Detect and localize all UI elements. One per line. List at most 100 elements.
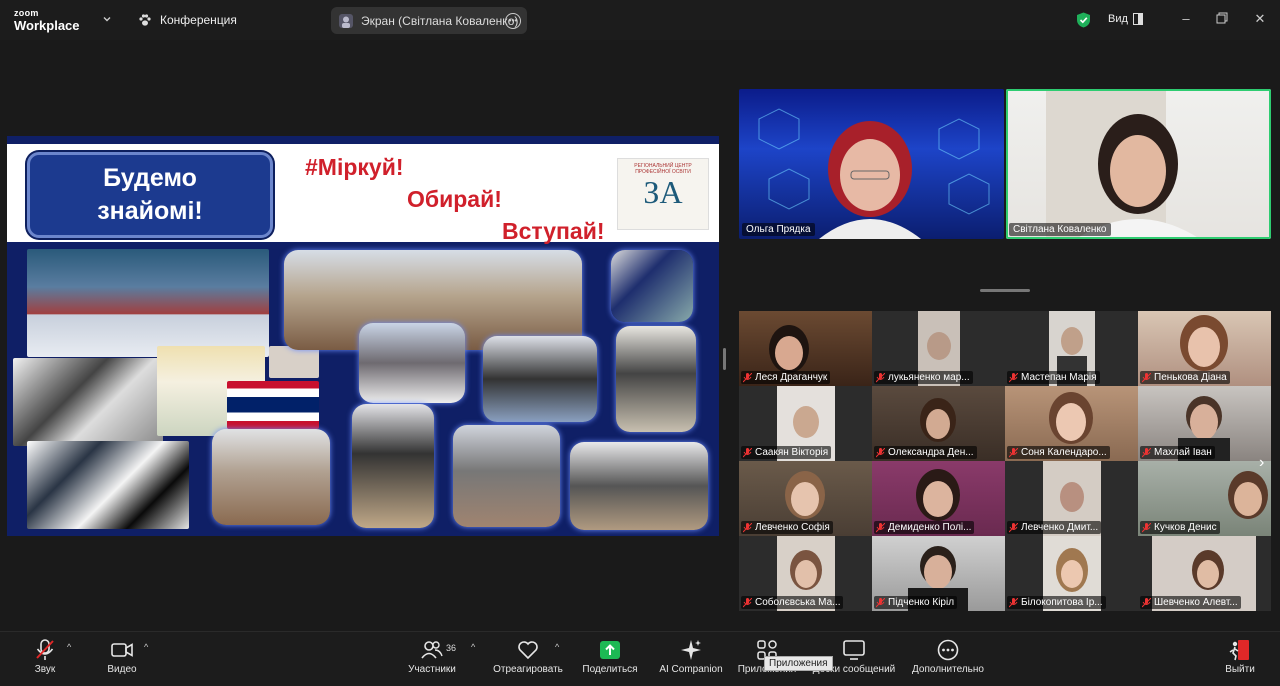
speaker-avatar xyxy=(758,108,990,239)
participant-tile[interactable]: Демиденко Полі... xyxy=(872,461,1005,536)
heart-icon xyxy=(518,641,538,660)
smartboard-photo xyxy=(611,250,693,322)
sparkle-icon xyxy=(681,640,701,660)
participant-name: Шевченко Алевт... xyxy=(1140,596,1241,609)
paw-icon xyxy=(139,14,151,26)
participant-tile[interactable]: Соболєвська Ма... xyxy=(739,536,872,611)
ai-label: AI Companion xyxy=(659,664,723,675)
mic-muted-icon xyxy=(743,372,752,382)
participants-label: Участники xyxy=(408,664,456,675)
mic-muted-icon xyxy=(1142,372,1151,382)
uk-flag-image xyxy=(227,381,319,429)
mic-muted-icon xyxy=(1009,597,1018,607)
shared-screen: Будемо знайомі! #Міркуй! Обирай! Вступай… xyxy=(7,136,719,536)
title-bar: zoom Workplace Конференция Экран (Світла… xyxy=(0,0,1280,40)
video-label: Видео xyxy=(107,664,137,675)
share-label: Поделиться xyxy=(582,664,638,675)
speaker-tile-1[interactable]: Ольга Прядка xyxy=(739,89,1004,239)
splitter-handle[interactable] xyxy=(723,348,726,370)
mic-muted-icon xyxy=(1009,447,1018,457)
mic-muted-icon xyxy=(1142,522,1151,532)
participants-count: 36 xyxy=(446,643,457,653)
participants-button[interactable]: Участники xyxy=(402,632,462,686)
participant-name: Мастепан Марія xyxy=(1007,371,1100,384)
participants-options-caret-icon[interactable]: ^ xyxy=(471,642,475,652)
mic-muted-icon xyxy=(876,597,885,607)
screen-share-indicator[interactable]: Экран (Світлана Коваленко) ••• xyxy=(331,7,527,34)
security-shield-icon[interactable] xyxy=(1076,12,1091,28)
slide-header: Будемо знайомі! #Міркуй! Обирай! Вступай… xyxy=(7,144,719,244)
logo-bottom-text: Workplace xyxy=(14,18,80,33)
next-page-arrow-icon[interactable]: › xyxy=(1259,454,1264,472)
restore-icon[interactable] xyxy=(1215,12,1229,26)
participant-tile[interactable]: Левченко Дмит... xyxy=(1005,461,1138,536)
website-screenshot xyxy=(27,249,269,357)
students-photo-2 xyxy=(616,326,696,432)
minimize-icon[interactable]: – xyxy=(1179,12,1193,26)
speaker-tile-2[interactable]: Світлана Коваленко xyxy=(1006,89,1271,239)
meeting-info-button[interactable]: Конференция xyxy=(138,13,237,27)
participant-tile[interactable]: лукьяненко мар... xyxy=(872,311,1005,386)
participant-tile[interactable]: Саакян Вікторія xyxy=(739,386,872,461)
logo-top-text: zoom xyxy=(14,8,39,18)
audio-button[interactable]: Звук xyxy=(27,632,63,686)
participant-name: Підченко Кіріл xyxy=(874,596,958,609)
meeting-label: Конференция xyxy=(160,13,237,27)
leave-label: Выйти xyxy=(1225,664,1255,675)
participant-tile[interactable]: Левченко Софія xyxy=(739,461,872,536)
resize-handle[interactable] xyxy=(980,289,1030,292)
center-logo-letter: ЗА xyxy=(643,174,683,210)
chevron-down-icon[interactable] xyxy=(102,14,112,24)
share-screen-icon xyxy=(600,641,620,659)
speaker-name: Ольга Прядка xyxy=(742,223,815,236)
participant-tile[interactable]: Кучков Денис xyxy=(1138,461,1271,536)
participant-tile[interactable]: Соня Календаро... xyxy=(1005,386,1138,461)
participant-tile[interactable]: Олександра Ден... xyxy=(872,386,1005,461)
meeting-toolbar: Звук ^ Видео ^ Участники 36 ^ Отреагиров… xyxy=(0,631,1280,686)
more-button[interactable]: Дополнительно xyxy=(906,632,990,686)
mic-muted-icon xyxy=(876,447,885,457)
slide-title-line2: знайомі! xyxy=(97,197,203,225)
mic-muted-icon xyxy=(743,447,752,457)
video-options-caret-icon[interactable]: ^ xyxy=(144,642,148,652)
participants-icon xyxy=(421,641,443,659)
mic-muted-icon xyxy=(1009,522,1018,532)
slogan-1: #Міркуй! xyxy=(305,154,404,180)
students-photo-4 xyxy=(453,425,560,527)
participant-name: Левченко Дмит... xyxy=(1007,521,1102,534)
mic-muted-icon xyxy=(743,597,752,607)
sharer-avatar-icon xyxy=(339,13,353,28)
participant-tile[interactable]: Махлай Іван xyxy=(1138,386,1271,461)
participant-tile[interactable]: Шевченко Алевт... xyxy=(1138,536,1271,611)
grid-view-icon xyxy=(1132,13,1143,25)
audio-options-caret-icon[interactable]: ^ xyxy=(67,642,71,652)
participant-tile[interactable]: Мастепан Марія xyxy=(1005,311,1138,386)
react-button[interactable]: Отреагировать xyxy=(492,632,564,686)
share-button[interactable]: Поделиться xyxy=(580,632,640,686)
participant-name: Демиденко Полі... xyxy=(874,521,975,534)
react-label: Отреагировать xyxy=(493,664,563,675)
leave-button[interactable]: Выйти xyxy=(1220,632,1260,686)
classroom-photo-2 xyxy=(212,429,330,525)
audio-label: Звук xyxy=(34,664,56,675)
center-logo-text: РЕГІОНАЛЬНИЙ ЦЕНТР ПРОФЕСІЙНОЇ ОСВІТИ xyxy=(634,163,692,175)
participant-tile[interactable]: Білокопитова Ір... xyxy=(1005,536,1138,611)
react-options-caret-icon[interactable]: ^ xyxy=(555,642,559,652)
participant-tile[interactable]: Леся Драганчук xyxy=(739,311,872,386)
participant-name: Левченко Софія xyxy=(741,521,833,534)
more-icon xyxy=(937,639,959,661)
mic-muted-icon xyxy=(743,522,752,532)
close-icon[interactable]: ✕ xyxy=(1253,12,1267,26)
lesson-screenshot-1 xyxy=(13,358,163,446)
view-label: Вид xyxy=(1108,13,1128,25)
slogan-3: Вступай! xyxy=(502,218,605,244)
zoom-logo: zoom Workplace xyxy=(14,8,80,33)
ai-companion-button[interactable]: AI Companion xyxy=(656,632,726,686)
participant-tile[interactable]: Пенькова Діана xyxy=(1138,311,1271,386)
video-button[interactable]: Видео xyxy=(104,632,140,686)
participant-name: Махлай Іван xyxy=(1140,446,1215,459)
participant-tile[interactable]: Підченко Кіріл xyxy=(872,536,1005,611)
share-options-icon[interactable]: ••• xyxy=(505,13,521,29)
view-button[interactable]: Вид xyxy=(1108,13,1143,25)
mic-muted-icon xyxy=(1142,597,1151,607)
